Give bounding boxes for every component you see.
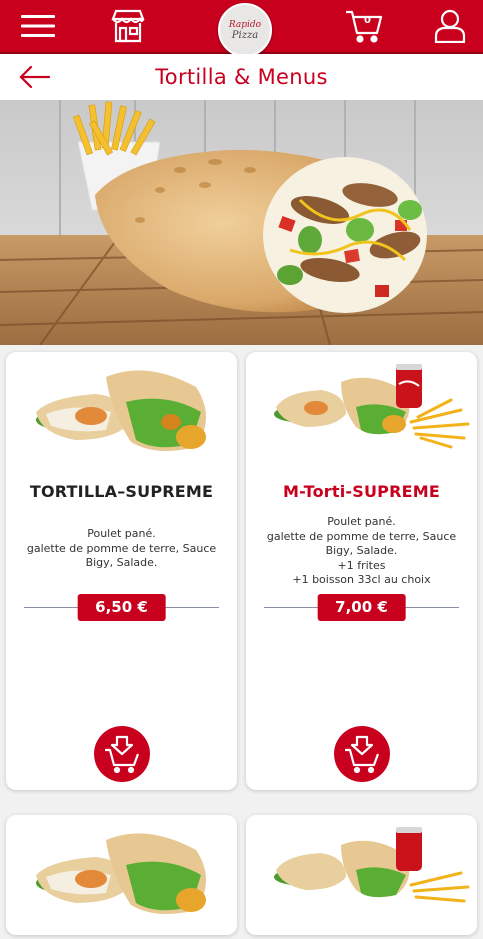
description-line: +1 frites <box>337 558 386 572</box>
menu-icon[interactable] <box>20 8 56 44</box>
product-description: Poulet pané. galette de pomme de terre, … <box>16 527 227 571</box>
product-card[interactable] <box>6 815 237 935</box>
product-image <box>246 815 477 935</box>
cart-download-icon <box>344 735 379 774</box>
cart-count-badge: 0 <box>364 15 371 26</box>
add-to-cart-button[interactable] <box>333 726 390 782</box>
title-bar: Tortilla & Menus <box>0 54 483 100</box>
price-row: 6,50 € <box>24 594 219 622</box>
product-description: Poulet pané. galette de pomme de terre, … <box>256 515 467 588</box>
account-icon[interactable] <box>432 8 468 44</box>
logo-text-line1: Rapido <box>228 19 262 30</box>
product-image <box>6 815 237 935</box>
price-badge: 6,50 € <box>77 594 166 621</box>
description-line: Poulet pané. <box>87 527 156 540</box>
add-to-cart-button[interactable] <box>93 726 150 782</box>
description-line: Poulet pané. <box>327 515 396 528</box>
page-title: Tortilla & Menus <box>155 65 328 89</box>
brand-logo[interactable]: Rapido Pizza <box>218 3 272 57</box>
product-card[interactable]: M-Torti-SUPREME Poulet pané. galette de … <box>246 352 477 790</box>
price-badge: 7,00 € <box>317 594 406 621</box>
logo-text-line2: Pizza <box>231 29 259 41</box>
cart-button[interactable]: 0 <box>345 8 383 44</box>
hero-tortilla-image <box>0 100 483 345</box>
description-line: Bigy, Salade. <box>85 556 158 569</box>
price-row: 7,00 € <box>264 594 459 622</box>
description-line: galette de pomme de terre, Sauce <box>26 541 217 555</box>
cart-download-icon <box>104 735 139 774</box>
store-icon[interactable] <box>110 8 146 44</box>
product-name: TORTILLA–SUPREME <box>29 482 214 501</box>
description-line: galette de pomme de terre, Sauce <box>266 529 457 543</box>
product-card[interactable] <box>246 815 477 935</box>
product-name: M-Torti-SUPREME <box>283 482 440 501</box>
description-line: Bigy, Salade. <box>325 544 398 557</box>
product-image <box>246 352 477 472</box>
top-bar: Rapido Pizza 0 <box>0 0 483 57</box>
product-card[interactable]: TORTILLA–SUPREME Poulet pané. galette de… <box>6 352 237 790</box>
description-line: +1 boisson 33cl au choix <box>292 573 431 586</box>
product-image <box>6 352 237 472</box>
